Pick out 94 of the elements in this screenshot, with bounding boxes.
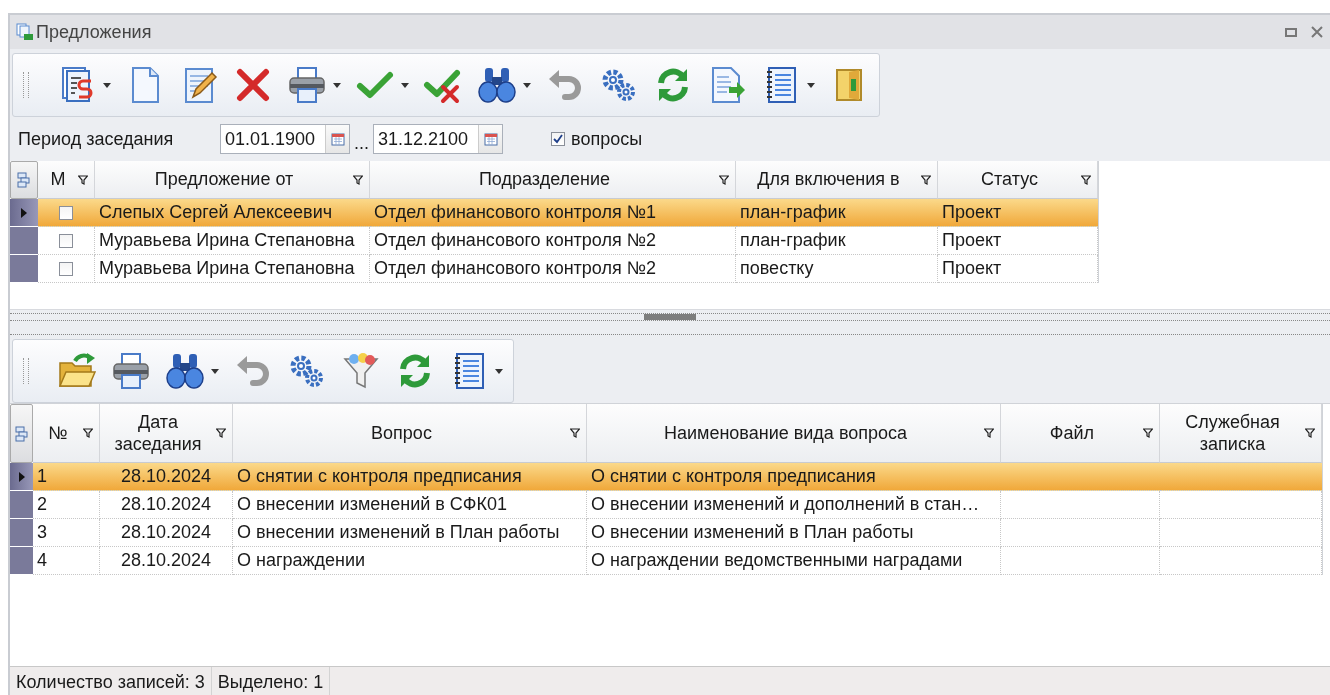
filter-icon[interactable] <box>78 174 88 185</box>
binoculars-icon <box>477 65 517 105</box>
table-cell: Проект <box>938 255 1098 283</box>
filter-icon[interactable] <box>1305 428 1315 438</box>
checkbox[interactable] <box>551 132 565 146</box>
binoculars-button[interactable] <box>165 351 219 391</box>
filter-icon[interactable] <box>719 174 729 185</box>
date-field[interactable]: 31.12.2100 <box>373 124 503 154</box>
table-cell: Отдел финансового контроля №2 <box>370 255 736 283</box>
caret-icon <box>333 82 341 88</box>
binoculars-icon <box>165 351 205 391</box>
table-cell: О внесении изменений в План работы <box>233 519 587 547</box>
table-cell: О награждении <box>233 547 587 575</box>
table-cell: 2 <box>33 491 100 519</box>
table-cell: Отдел финансового контроля №1 <box>370 199 736 227</box>
table-cell: Проект <box>938 227 1098 255</box>
table-cell: О снятии с контроля предписания <box>233 463 587 491</box>
checkbox[interactable] <box>59 233 73 248</box>
table-cell: О внесении изменений в План работы <box>587 519 1001 547</box>
table-cell: Муравьева Ирина Степановна <box>95 255 370 283</box>
caret-icon <box>103 82 111 88</box>
table-cell: 4 <box>33 547 100 575</box>
window-title: Предложения <box>36 21 153 43</box>
table-cell: 28.10.2024 <box>100 547 233 575</box>
table-cell: Отдел финансового контроля №2 <box>370 227 736 255</box>
checkbox-label: вопросы <box>571 128 643 150</box>
table-cell: О снятии с контроля предписания <box>587 463 1001 491</box>
calendar-icon <box>483 132 498 146</box>
binoculars-button[interactable] <box>477 65 531 105</box>
table-cell: повестку <box>736 255 938 283</box>
table-cell: план-график <box>736 227 938 255</box>
row-indicator[interactable] <box>10 199 38 227</box>
column-header[interactable]: Служебная записка <box>1160 404 1322 463</box>
calendar-button[interactable] <box>325 125 349 153</box>
table-cell: О внесении изменений в СФК01 <box>233 491 587 519</box>
table-cell: 28.10.2024 <box>100 463 233 491</box>
status-text: Количество записей: 3 <box>10 667 212 695</box>
filter-icon[interactable] <box>570 428 580 438</box>
status-text: Выделено: 1 <box>211 667 331 695</box>
printer-button[interactable] <box>111 351 151 391</box>
printer-icon <box>111 351 151 391</box>
field-label: Период заседания <box>18 128 175 150</box>
range-separator: ... <box>354 132 369 154</box>
filter-icon[interactable] <box>353 174 363 185</box>
splitter-handle[interactable] <box>644 314 696 320</box>
checkbox[interactable] <box>59 261 73 276</box>
column-header[interactable]: Статус <box>938 161 1098 199</box>
column-header[interactable]: № <box>33 404 100 463</box>
documents-icon <box>16 23 34 41</box>
table-cell: 1 <box>33 463 100 491</box>
table-cell: план-график <box>736 199 938 227</box>
filter-icon[interactable] <box>216 428 226 438</box>
date-field[interactable]: 01.01.1900 <box>220 124 350 154</box>
table-cell: Проект <box>938 199 1098 227</box>
stacked-rows-icon <box>14 425 29 442</box>
toolbar-grip[interactable] <box>23 72 29 98</box>
calendar-button[interactable] <box>478 125 502 153</box>
table-cell: О награждении ведомственными наградами <box>587 547 1001 575</box>
table-cell: 28.10.2024 <box>100 491 233 519</box>
column-header[interactable]: Для включения в <box>736 161 938 199</box>
filter-button[interactable] <box>341 351 381 391</box>
filter-icon[interactable] <box>1081 174 1091 185</box>
column-header[interactable]: Подразделение <box>370 161 736 199</box>
table-cell: 3 <box>33 519 100 547</box>
stacked-rows-icon <box>17 172 31 188</box>
filter-icon[interactable] <box>921 174 931 185</box>
column-header[interactable]: М <box>38 161 95 199</box>
table-cell: 28.10.2024 <box>100 519 233 547</box>
column-header[interactable]: Вопрос <box>233 404 587 463</box>
caret-icon <box>523 82 531 88</box>
row-indicator[interactable] <box>10 463 33 491</box>
caret-icon <box>211 368 219 374</box>
filter-icon[interactable] <box>984 428 994 438</box>
column-header[interactable]: Предложение от <box>95 161 370 199</box>
close-button[interactable] <box>1310 25 1324 39</box>
splitter-bar[interactable] <box>10 313 1330 321</box>
table-cell: Муравьева Ирина Степановна <box>95 227 370 255</box>
printer-button[interactable] <box>287 65 341 105</box>
table-cell: О внесении изменений и дополнений в стан… <box>587 491 1001 519</box>
table-cell: Слепых Сергей Алексеевич <box>95 199 370 227</box>
column-header[interactable]: Наименование вида вопроса <box>587 404 1001 463</box>
filter-icon[interactable] <box>83 428 93 438</box>
maximize-button[interactable] <box>1284 25 1298 39</box>
column-header[interactable]: Дата заседания <box>100 404 233 463</box>
toolbar-grip[interactable] <box>23 358 29 384</box>
caret-icon <box>401 82 409 88</box>
calendar-icon <box>330 132 345 146</box>
checkbox[interactable] <box>59 205 73 220</box>
filter-icon <box>341 351 381 391</box>
printer-icon <box>287 65 327 105</box>
caret-icon <box>495 368 503 374</box>
caret-icon <box>807 82 815 88</box>
column-header[interactable]: Файл <box>1001 404 1160 463</box>
filter-icon[interactable] <box>1143 428 1153 438</box>
